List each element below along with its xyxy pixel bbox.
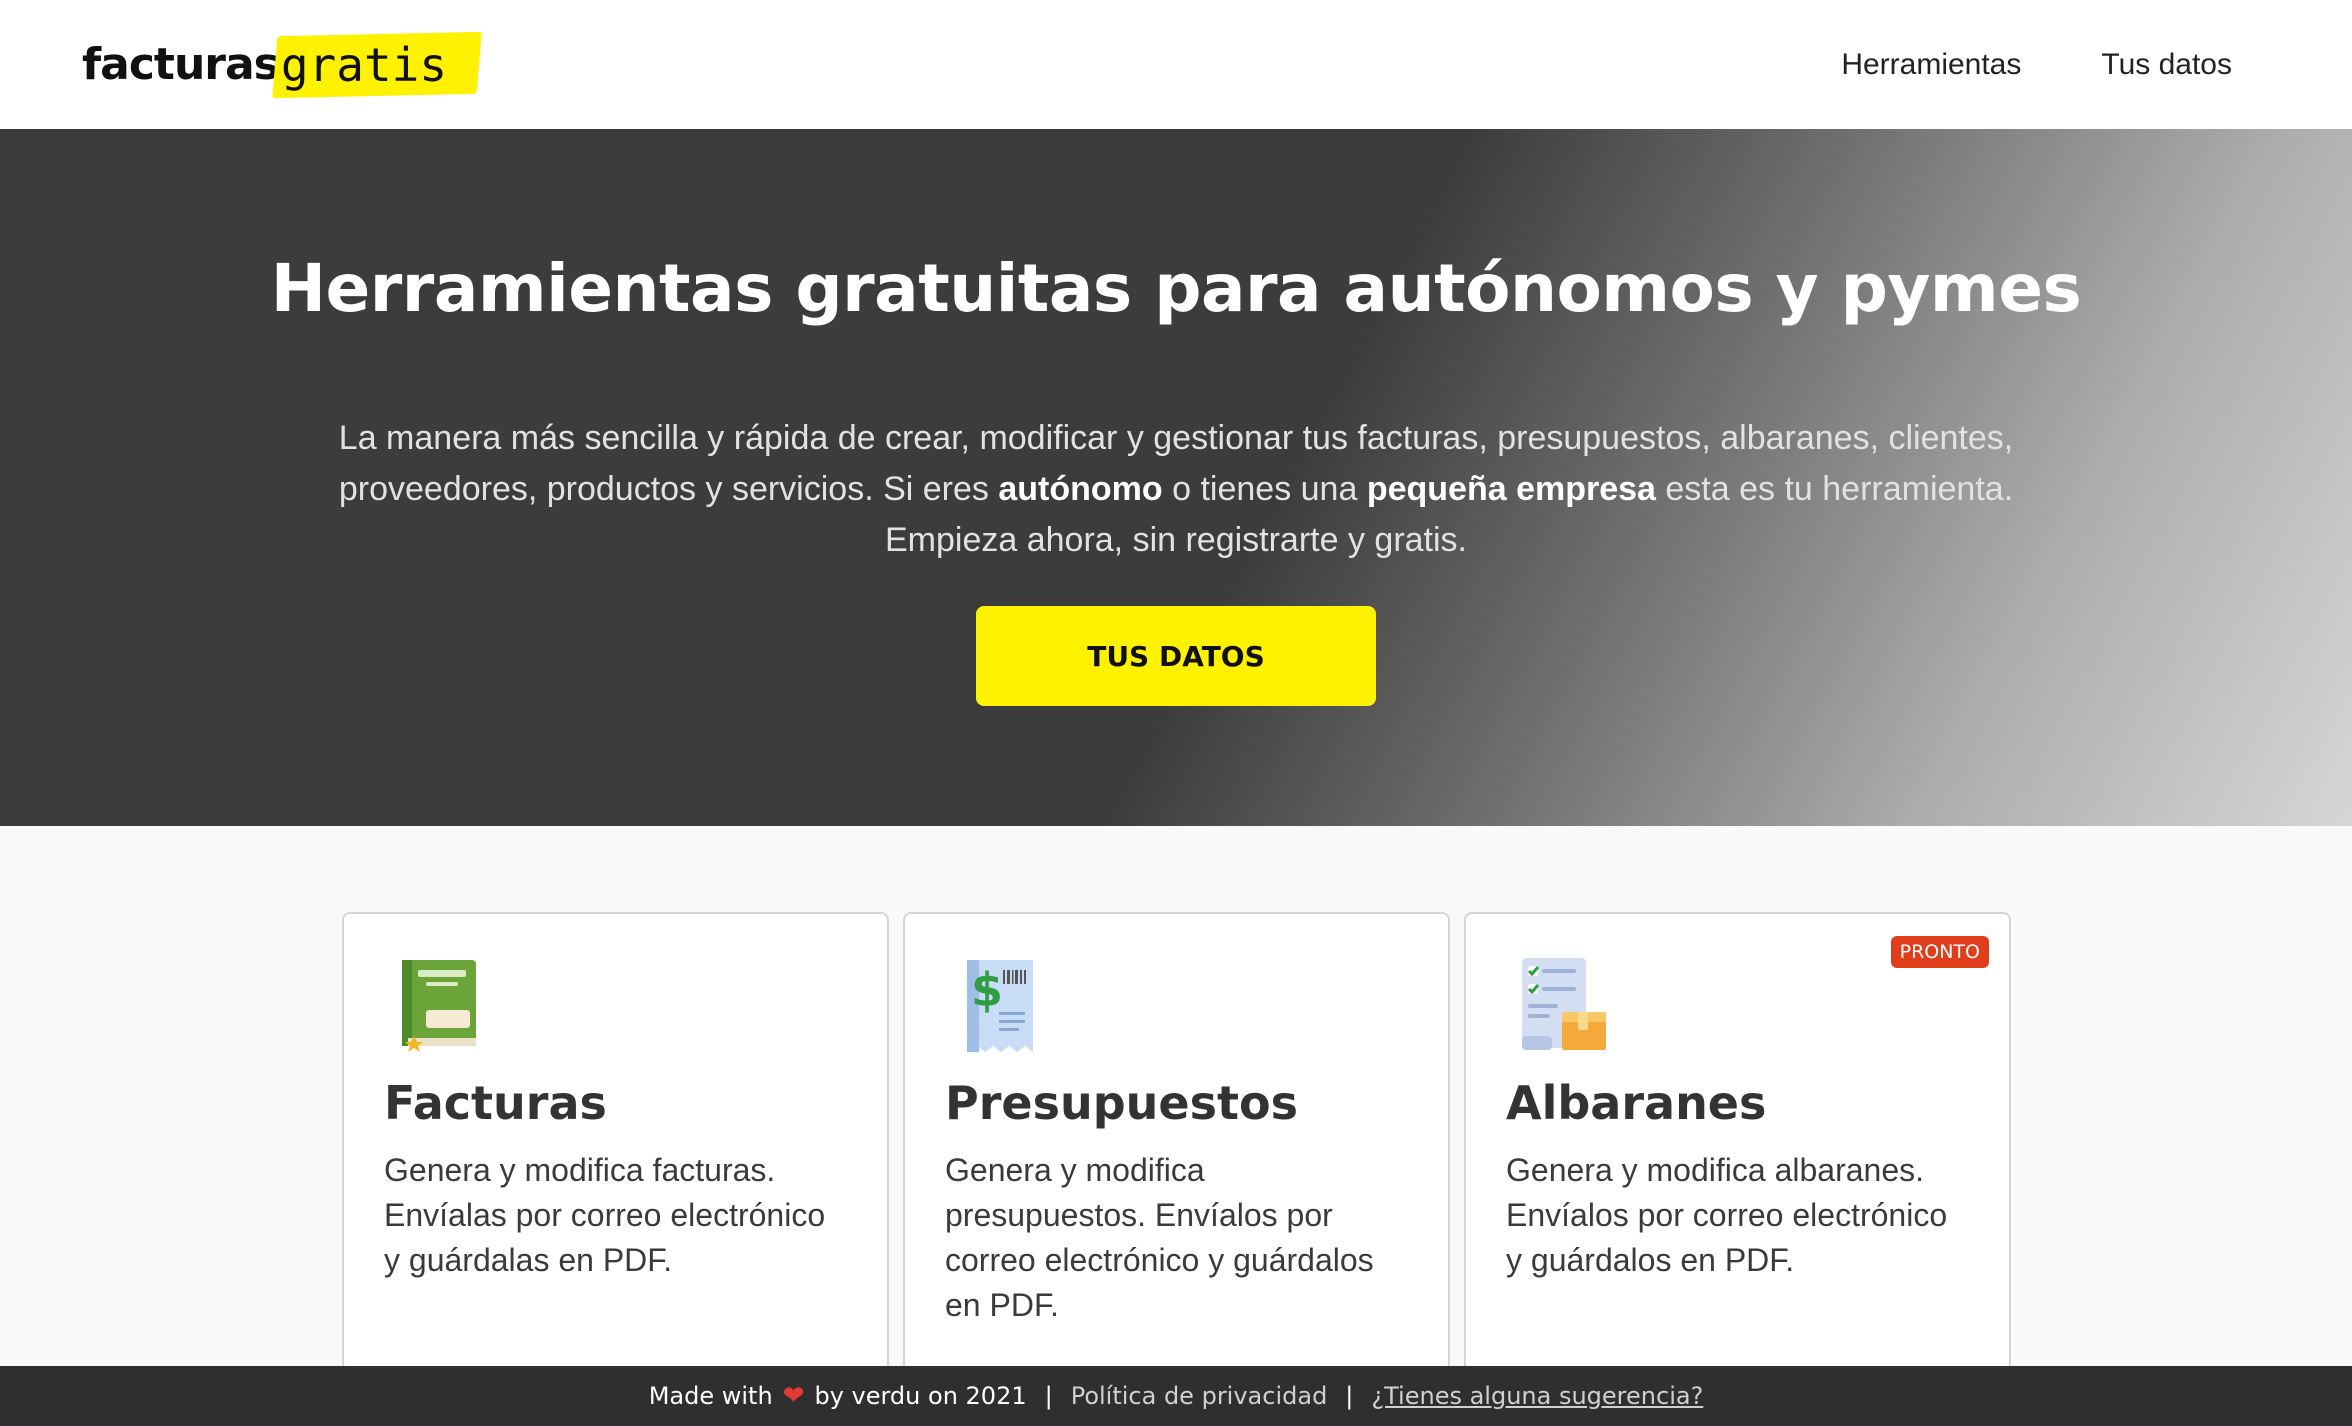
delivery-note-icon: [1510, 954, 1610, 1054]
footer-bar: Made with ❤ by verdu on 2021 | Política …: [0, 1366, 2352, 1426]
card-desc-facturas: Genera y modifica facturas. Envíalas por…: [384, 1152, 826, 1278]
card-desc-albaranes: Genera y modifica albaranes. Envíalos po…: [1506, 1152, 1948, 1278]
budget-receipt-icon: $: [949, 954, 1049, 1054]
card-title-facturas: Facturas: [384, 1076, 607, 1130]
footer-author: by verdu on 2021: [814, 1382, 1027, 1410]
logo-text-gratis: gratis: [280, 37, 448, 92]
site-logo[interactable]: facturas gratis: [82, 30, 482, 100]
invoice-book-icon: [388, 954, 488, 1054]
pronto-badge: PRONTO: [1890, 936, 1989, 968]
hero-desc-bold-autonomo: autónomo: [998, 470, 1163, 508]
heart-icon: ❤: [782, 1381, 805, 1411]
suggestion-link[interactable]: ¿Tienes alguna sugerencia?: [1371, 1382, 1703, 1410]
card-desc-presupuestos: Genera y modifica presupuestos. Envíalos…: [945, 1152, 1374, 1323]
card-presupuestos[interactable]: $ Presupuestos Genera y modifica presupu…: [903, 912, 1450, 1372]
footer-separator: |: [1044, 1382, 1053, 1410]
hero-title: Herramientas gratuitas para autónomos y …: [270, 250, 2082, 327]
top-header: facturas gratis Herramientas Tus datos: [0, 0, 2352, 129]
hero-desc-text-2: o tienes una: [1162, 470, 1367, 508]
card-title-presupuestos: Presupuestos: [945, 1076, 1298, 1130]
privacy-policy-link[interactable]: Política de privacidad: [1071, 1382, 1328, 1410]
logo-highlight: gratis: [272, 31, 482, 98]
tus-datos-button[interactable]: TUS DATOS: [976, 606, 1376, 706]
tools-cards: Facturas Genera y modifica facturas. Env…: [342, 912, 2011, 1372]
nav-tus-datos[interactable]: Tus datos: [2101, 48, 2232, 82]
footer-made-with: Made with: [648, 1382, 773, 1410]
svg-text:$: $: [971, 963, 1003, 1017]
footer-separator-2: |: [1345, 1382, 1354, 1410]
card-albaranes[interactable]: PRONTO Albaranes Genera y modifica albar…: [1464, 912, 2011, 1372]
hero-section: Herramientas gratuitas para autónomos y …: [0, 129, 2352, 826]
main-nav: Herramientas Tus datos: [1841, 48, 2232, 82]
logo-text-facturas: facturas: [82, 39, 280, 90]
card-title-albaranes: Albaranes: [1506, 1076, 1767, 1130]
card-facturas[interactable]: Facturas Genera y modifica facturas. Env…: [342, 912, 889, 1372]
hero-description: La manera más sencilla y rápida de crear…: [270, 413, 2082, 566]
hero-desc-bold-empresa: pequeña empresa: [1366, 470, 1656, 508]
nav-herramientas[interactable]: Herramientas: [1841, 48, 2021, 82]
